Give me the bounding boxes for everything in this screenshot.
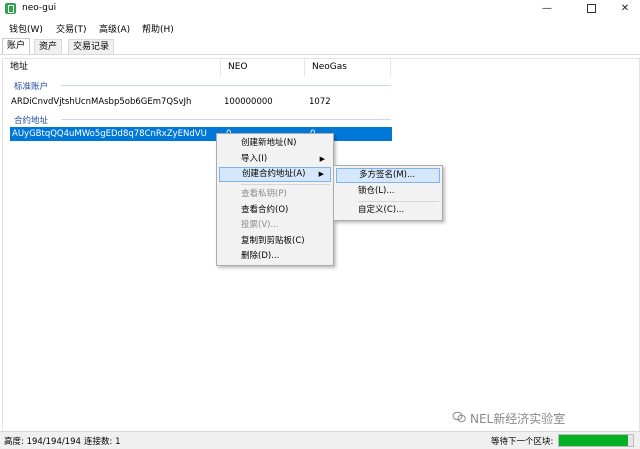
menu-item-create-address[interactable]: 创建新地址(N) — [219, 136, 331, 151]
watermark-text: NEL新经济实验室 — [470, 412, 566, 426]
standard-address[interactable]: ARDiCnvdVjtshUcnMAsbp5ob6GEm7QSvJh — [11, 97, 191, 107]
next-block-label: 等待下一个区块: — [491, 437, 554, 447]
tab-assets[interactable]: 资产 — [34, 39, 63, 54]
block-height: 高度: 194/194/194 — [4, 437, 81, 447]
context-menu: 创建新地址(N) 导入(I) ▶ 创建合约地址(A) ▶ 查看私钥(P) 查看合… — [216, 133, 334, 266]
menu-item-vote: 投票(V)... — [241, 220, 279, 230]
title-bar: neo-gui — ✕ — [0, 0, 640, 17]
contract-address: AUyGBtqQQ4uMWo5gEDd8q78CnRxZyENdVU — [12, 129, 207, 139]
submenu-item-custom[interactable]: 自定义(C)... — [336, 203, 440, 218]
menu-wallet[interactable]: 钱包(W) — [9, 22, 43, 35]
minimize-button[interactable]: — — [529, 0, 565, 17]
group-standard-accounts: 标准账户 — [14, 82, 49, 92]
window-title: neo-gui — [22, 3, 57, 13]
column-header-address[interactable]: 地址 — [3, 59, 221, 76]
menu-item-delete[interactable]: 删除(D)... — [219, 249, 331, 264]
menu-item-create-contract[interactable]: 创建合约地址(A) ▶ — [219, 167, 331, 182]
group-contract-addresses: 合约地址 — [14, 116, 49, 126]
menu-separator — [241, 184, 330, 185]
tab-strip: 账户 资产 交易记录 — [0, 38, 640, 55]
menu-help[interactable]: 帮助(H) — [142, 22, 174, 35]
menu-item-import-label: 导入(I) — [241, 154, 268, 164]
menu-separator — [358, 201, 439, 202]
wechat-icon — [452, 411, 466, 423]
submenu-item-multisig[interactable]: 多方签名(M)... — [336, 168, 440, 183]
submenu-arrow-icon: ▶ — [318, 170, 324, 178]
next-block-progress — [558, 434, 634, 447]
menu-bar: 钱包(W) 交易(T) 高级(A) 帮助(H) — [0, 19, 640, 36]
progress-fill — [559, 435, 628, 446]
column-header-neogas[interactable]: NeoGas — [305, 59, 391, 76]
group-divider — [61, 119, 391, 120]
maximize-icon — [586, 3, 596, 13]
group-divider — [61, 85, 391, 86]
menu-item-view-contract[interactable]: 查看合约(O) — [219, 203, 331, 218]
menu-transaction[interactable]: 交易(T) — [56, 22, 87, 35]
app-logo-icon — [5, 3, 16, 14]
column-header-neo[interactable]: NEO — [221, 59, 305, 76]
standard-gas-balance: 1072 — [309, 97, 331, 107]
menu-item-create-contract-label: 创建合约地址(A) — [242, 169, 306, 179]
submenu-arrow-icon: ▶ — [319, 155, 325, 163]
selected-contract-row[interactable]: AUyGBtqQQ4uMWo5gEDd8q78CnRxZyENdVU 0 0 — [10, 127, 392, 141]
close-button[interactable]: ✕ — [607, 0, 640, 17]
menu-item-view-private-key: 查看私钥(P) — [241, 189, 287, 199]
menu-advanced[interactable]: 高级(A) — [99, 22, 130, 35]
standard-neo-balance: 100000000 — [224, 97, 273, 107]
menu-item-copy-clipboard[interactable]: 复制到剪贴板(C) — [219, 234, 331, 249]
menu-item-import[interactable]: 导入(I) ▶ — [219, 152, 331, 167]
status-bar: 高度: 194/194/194 连接数: 1 等待下一个区块: — [0, 431, 640, 449]
connection-count: 连接数: 1 — [84, 437, 121, 447]
tab-accounts[interactable]: 账户 — [2, 38, 31, 54]
tab-transactions[interactable]: 交易记录 — [68, 39, 115, 54]
maximize-button[interactable] — [573, 0, 609, 17]
submenu-item-lock[interactable]: 锁仓(L)... — [336, 184, 440, 199]
contract-submenu: 多方签名(M)... 锁仓(L)... 自定义(C)... — [333, 165, 443, 221]
